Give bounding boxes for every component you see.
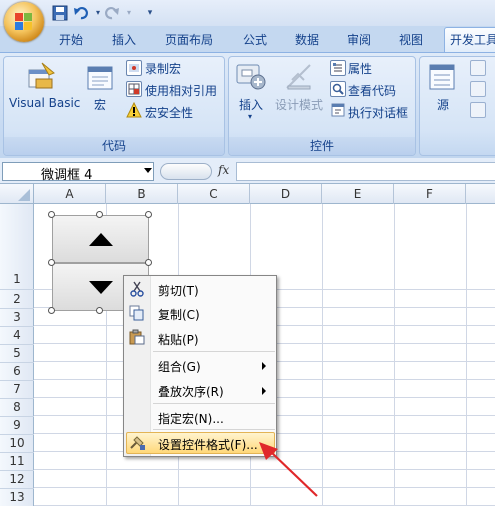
warning-icon[interactable] (126, 101, 142, 118)
xml-refresh-icon[interactable] (470, 102, 486, 118)
resize-handle-w[interactable] (48, 259, 55, 266)
annotation-arrow (259, 442, 318, 497)
resize-handle-sw[interactable] (48, 307, 55, 314)
visual-basic-icon[interactable] (26, 60, 58, 92)
menu-item-group[interactable]: 组合(G) (158, 358, 201, 375)
xml-source-icon[interactable] (428, 62, 458, 92)
run-dialog-icon[interactable] (330, 102, 346, 118)
record-macro-icon[interactable] (126, 60, 142, 76)
name-box-value: 微调框 4 (41, 168, 93, 183)
column-header-d[interactable]: D (250, 184, 322, 204)
resize-handle-e[interactable] (145, 259, 152, 266)
run-dialog-button[interactable]: 执行对话框 (348, 104, 408, 121)
menu-separator (153, 429, 275, 430)
row-header-6[interactable]: 6 (0, 362, 34, 381)
menu-item-format-control-label: 设置控件格式(F)... (158, 438, 258, 452)
properties-icon[interactable] (330, 60, 346, 76)
arrow-up-icon (89, 233, 113, 246)
name-box[interactable]: 微调框 4 (2, 162, 154, 183)
office-button[interactable] (4, 2, 44, 42)
submenu-arrow-icon (262, 387, 266, 395)
tab-developer[interactable]: 开发工具 (444, 27, 495, 53)
view-code-icon[interactable] (330, 81, 346, 97)
xml-source-button[interactable]: 源 (437, 96, 449, 113)
relative-reference-icon[interactable] (126, 81, 142, 97)
insert-controls-button[interactable]: 插入 (239, 96, 263, 113)
menu-item-copy[interactable]: 复制(C) (158, 306, 200, 323)
insert-function-icon[interactable]: fx (218, 163, 229, 177)
row-header-3[interactable]: 3 (0, 308, 34, 327)
row-header-11[interactable]: 11 (0, 452, 34, 471)
design-mode-icon (284, 62, 314, 92)
insert-controls-icon[interactable] (234, 60, 268, 94)
row-header-4[interactable]: 4 (0, 326, 34, 345)
redo-icon (104, 5, 120, 21)
xml-map-properties-icon[interactable] (470, 60, 486, 76)
column-header-f[interactable]: F (394, 184, 466, 204)
row-header-10[interactable]: 10 (0, 434, 34, 453)
design-mode-button: 设计模式 (275, 98, 324, 112)
menu-item-order[interactable]: 叠放次序(R) (158, 383, 224, 400)
properties-button[interactable]: 属性 (348, 60, 372, 77)
menu-separator (153, 351, 275, 352)
macros-button[interactable]: 宏 (94, 96, 106, 113)
tab-formulas[interactable]: 公式 (234, 30, 276, 50)
context-menu-icon-gutter (124, 276, 151, 456)
menu-item-paste[interactable]: 粘贴(P) (158, 331, 199, 348)
relative-reference-button[interactable]: 使用相对引用 (145, 82, 217, 99)
column-header-e[interactable]: E (322, 184, 394, 204)
view-code-button[interactable]: 查看代码 (348, 82, 396, 99)
undo-icon[interactable] (73, 5, 89, 21)
name-box-dropdown-icon[interactable] (144, 168, 152, 173)
resize-handle-n[interactable] (96, 211, 103, 218)
scissors-icon (129, 281, 145, 297)
submenu-arrow-icon (262, 362, 266, 370)
office-logo-icon (15, 13, 33, 31)
save-icon[interactable] (52, 5, 68, 21)
customize-qat-icon[interactable]: ▾ (142, 5, 158, 21)
tab-home[interactable]: 开始 (50, 30, 92, 50)
column-header-g[interactable] (466, 184, 495, 204)
row-header-13[interactable]: 13 (0, 488, 34, 506)
visual-basic-button[interactable]: Visual Basic (9, 96, 80, 110)
group-controls-label: 控件 (229, 137, 415, 155)
macros-icon[interactable] (86, 64, 116, 92)
row-header-2[interactable]: 2 (0, 290, 34, 309)
paste-icon (129, 329, 145, 345)
tab-review[interactable]: 审阅 (338, 30, 380, 50)
macro-security-button[interactable]: 宏安全性 (145, 104, 193, 121)
row-header-8[interactable]: 8 (0, 398, 34, 417)
row-header-9[interactable]: 9 (0, 416, 34, 435)
record-macro-button[interactable]: 录制宏 (145, 60, 181, 77)
menu-item-assign-macro[interactable]: 指定宏(N)... (158, 410, 224, 427)
format-control-icon (129, 434, 146, 451)
row-header-7[interactable]: 7 (0, 380, 34, 399)
formula-input[interactable] (236, 162, 495, 181)
row-header-1[interactable]: 1 (0, 204, 34, 290)
grid-line (394, 204, 395, 506)
spinner-up-button[interactable] (52, 215, 149, 263)
resize-handle-s[interactable] (96, 307, 103, 314)
insert-dropdown-icon[interactable]: ▾ (248, 112, 252, 121)
row-header-12[interactable]: 12 (0, 470, 34, 489)
resize-handle-ne[interactable] (145, 211, 152, 218)
menu-separator (153, 403, 275, 404)
column-header-a[interactable]: A (34, 184, 106, 204)
row-header-5[interactable]: 5 (0, 344, 34, 363)
grid-line (466, 204, 467, 506)
xml-expansion-packs-icon[interactable] (470, 81, 486, 97)
redo-dropdown-icon: ▾ (126, 8, 131, 17)
column-header-c[interactable]: C (178, 184, 250, 204)
formula-bar-splitter[interactable] (160, 163, 212, 180)
column-header-b[interactable]: B (106, 184, 178, 204)
tab-data[interactable]: 数据 (286, 30, 328, 50)
select-all-button[interactable] (0, 184, 34, 204)
tab-view[interactable]: 视图 (390, 30, 432, 50)
tab-insert[interactable]: 插入 (103, 30, 145, 50)
menu-item-cut[interactable]: 剪切(T) (158, 282, 199, 299)
resize-handle-nw[interactable] (48, 211, 55, 218)
group-code-label: 代码 (4, 137, 224, 155)
copy-icon (129, 305, 145, 321)
tab-page-layout[interactable]: 页面布局 (158, 30, 220, 50)
